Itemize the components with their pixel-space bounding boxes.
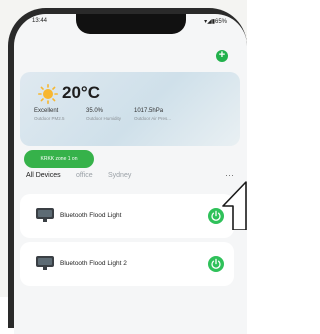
scene-button[interactable]: KRKK zone 1 on bbox=[24, 150, 94, 168]
pm25-value: Excellent bbox=[34, 108, 59, 114]
flood-light-icon bbox=[36, 256, 54, 270]
pm25-label: Outdoor PM2.5 bbox=[34, 116, 65, 121]
weather-card[interactable]: 20°C Excellent Outdoor PM2.5 35.0% Outdo… bbox=[20, 72, 240, 146]
humidity-value: 35.0% bbox=[86, 108, 104, 114]
pressure-label: Outdoor Air Pres... bbox=[134, 116, 172, 121]
status-time: 13:44 bbox=[32, 18, 48, 24]
app-screen: 13:44 ▾◢▮65% + 20°C Excellent Outdoor PM… bbox=[14, 14, 247, 334]
room-tabs: All Devices office Sydney ··· bbox=[26, 170, 236, 184]
sun-icon bbox=[38, 84, 58, 104]
tab-office[interactable]: office bbox=[76, 172, 93, 179]
device-card[interactable]: Bluetooth Flood Light bbox=[20, 194, 234, 238]
device-name: Bluetooth Flood Light bbox=[60, 212, 122, 219]
add-device-button[interactable]: + bbox=[216, 50, 228, 62]
temperature: 20°C bbox=[62, 83, 100, 102]
power-icon bbox=[211, 258, 221, 269]
pointer-arrow-icon bbox=[222, 181, 247, 230]
pressure-value: 1017.5hPa bbox=[134, 108, 164, 114]
tab-sydney[interactable]: Sydney bbox=[108, 172, 131, 179]
camera-notch bbox=[76, 14, 186, 34]
device-card[interactable]: Bluetooth Flood Light 2 bbox=[20, 242, 234, 286]
plus-icon: + bbox=[218, 49, 226, 61]
power-button[interactable] bbox=[208, 256, 224, 272]
status-indicators: ▾◢▮65% bbox=[204, 19, 227, 25]
device-name: Bluetooth Flood Light 2 bbox=[60, 260, 127, 267]
tab-all-devices[interactable]: All Devices bbox=[26, 172, 61, 179]
humidity-label: Outdoor Humidity bbox=[86, 116, 122, 121]
flood-light-icon bbox=[36, 208, 54, 222]
